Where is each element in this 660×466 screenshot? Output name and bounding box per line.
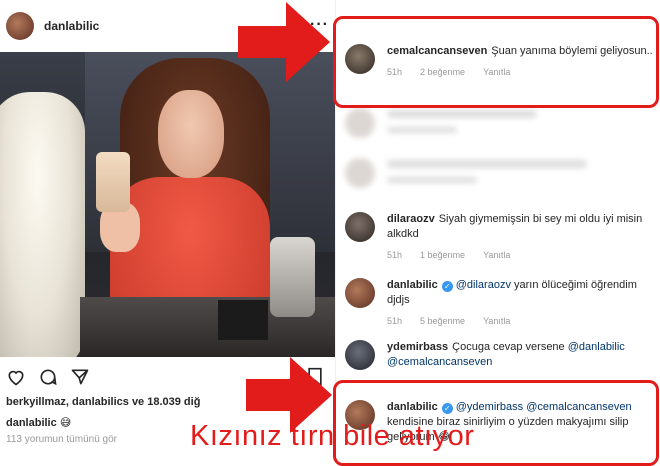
caption-username[interactable]: danlabilic [6, 417, 57, 429]
photo-phone [96, 152, 130, 212]
overlay-caption: Kızınız tırn bile atıyor [190, 420, 475, 452]
commenter-avatar[interactable] [345, 278, 375, 308]
comment-item-blurred [345, 108, 660, 138]
post-caption: danlabilic 😅 [6, 416, 71, 429]
comment-item: ydemirbass Çocuga cevap versene @danlabil… [345, 340, 660, 376]
commenter-avatar[interactable] [345, 212, 375, 242]
photo-perfume-bottle [270, 237, 315, 317]
comment-likes[interactable]: 5 beğenme [420, 316, 465, 326]
red-arrow-top [238, 2, 330, 82]
share-icon[interactable] [70, 367, 90, 387]
commenter-avatar[interactable] [345, 340, 375, 370]
comment-reply-button[interactable]: Yanıtla [483, 316, 510, 326]
likes-summary[interactable]: berkyillmaz, danlabilics ve 18.039 diğ [6, 396, 200, 408]
comment-body: dilaraozv Siyah giymemişsin bi sey mi old… [387, 212, 660, 263]
comment-body: danlabilic ✓ @dilaraozv yarın ölüceğimi öğ… [387, 278, 660, 329]
comment-mention[interactable]: @danlabilic [568, 341, 625, 353]
comment-meta: 51h 1 beğenme Yanıtla [387, 248, 660, 263]
view-all-comments-link[interactable]: 113 yorumun tümünü gör [6, 434, 117, 445]
caption-emoji: 😅 [59, 417, 72, 429]
blurred-meta [387, 177, 477, 183]
highlight-box-top [333, 16, 659, 108]
comment-item: danlabilic ✓ @dilaraozv yarın ölüceğimi öğ… [345, 278, 660, 326]
blurred-text [387, 160, 587, 168]
comment-reply-button[interactable]: Yanıtla [483, 250, 510, 260]
commenter-avatar [345, 158, 375, 188]
comment-item: dilaraozv Siyah giymemişsin bi sey mi old… [345, 212, 660, 260]
verified-badge-icon: ✓ [441, 281, 453, 292]
comment-body: ydemirbass Çocuga cevap versene @danlabil… [387, 340, 660, 370]
comment-mention[interactable]: @dilaraozv [456, 279, 511, 291]
comment-meta: 51h 5 beğenme Yanıtla [387, 314, 660, 329]
comment-username[interactable]: ydemirbass [387, 341, 448, 353]
photo-mirror-light [0, 92, 85, 357]
heart-icon[interactable] [6, 367, 26, 387]
comment-text: Çocuga cevap versene [452, 341, 568, 353]
blurred-text [387, 110, 537, 118]
photo-makeup-box [218, 300, 268, 340]
comment-body-blurred [387, 108, 660, 138]
post-photo[interactable] [0, 52, 335, 357]
post-author-avatar[interactable] [6, 12, 34, 40]
blurred-meta [387, 127, 457, 133]
comment-body-blurred [387, 158, 660, 188]
comment-item-blurred [345, 158, 660, 188]
comment-time: 51h [387, 250, 403, 260]
comment-likes[interactable]: 1 beğenme [420, 250, 465, 260]
comment-username[interactable]: dilaraozv [387, 213, 435, 225]
comment-mention[interactable]: @cemalcancanseven [387, 356, 492, 368]
comment-username[interactable]: danlabilic [387, 279, 438, 291]
comment-time: 51h [387, 316, 403, 326]
commenter-avatar [345, 108, 375, 138]
post-author-username[interactable]: danlabilic [44, 19, 99, 33]
comment-icon[interactable] [38, 367, 58, 387]
photo-face [158, 90, 224, 178]
